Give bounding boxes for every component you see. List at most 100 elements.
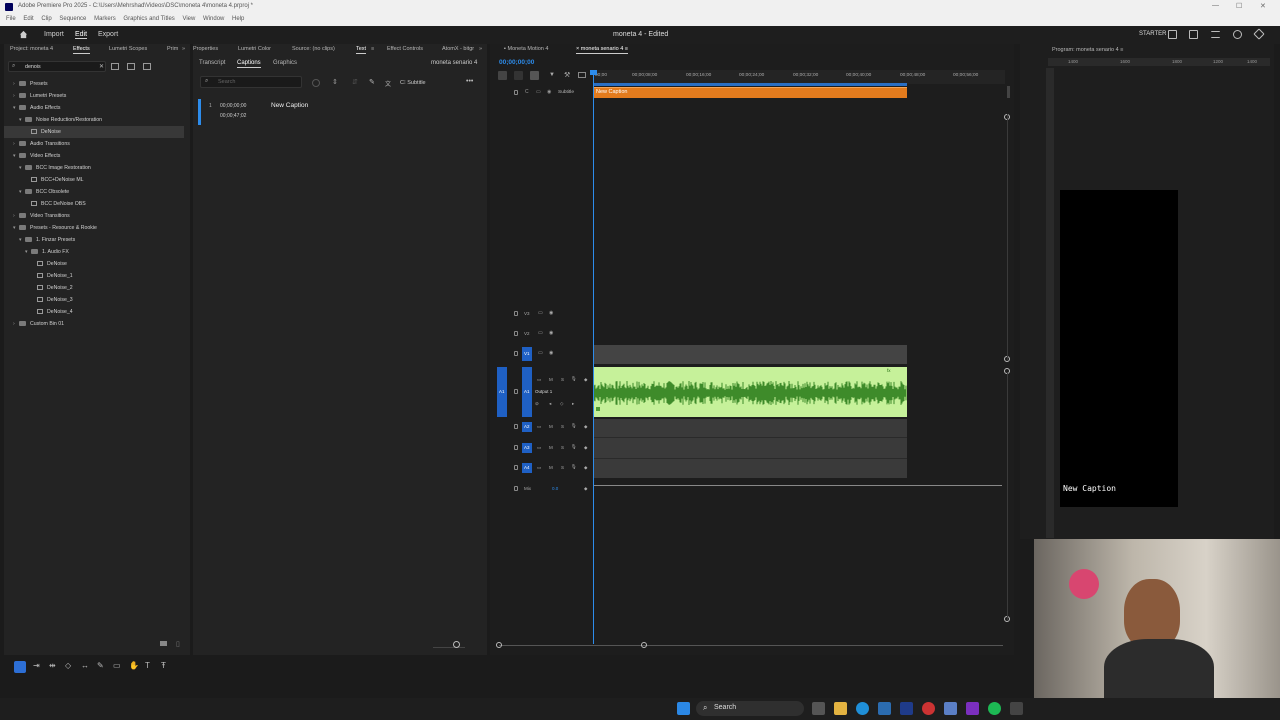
type-tool-icon[interactable]: T: [145, 661, 150, 670]
maximize-icon[interactable]: ☐: [1236, 2, 1242, 10]
v1-track-region[interactable]: [594, 345, 907, 364]
playhead-timecode[interactable]: 00;00;00;00: [499, 59, 534, 66]
captions-icon[interactable]: [578, 72, 586, 78]
more-tabs-icon[interactable]: »: [182, 46, 185, 52]
lock-icon[interactable]: [514, 311, 518, 316]
effects-folder[interactable]: ▾ 1. Audio FX: [4, 246, 184, 258]
nav-edit[interactable]: Edit: [75, 31, 88, 39]
caption-out-time[interactable]: 00;00;47;02: [220, 113, 246, 119]
nest-icon[interactable]: [498, 71, 507, 80]
lock-icon[interactable]: [514, 331, 518, 336]
sync-lock-icon[interactable]: ▭: [537, 465, 541, 471]
pen-tool-icon[interactable]: ✎: [97, 661, 104, 670]
razor-tool-icon[interactable]: ◇: [65, 661, 71, 670]
rectangle-tool-icon[interactable]: ▭: [113, 661, 121, 670]
zoom-slider-handle[interactable]: [453, 641, 460, 648]
program-video-frame[interactable]: New Caption: [1060, 190, 1178, 507]
tab-moneta-senario[interactable]: × moneta senario 4 ≡: [576, 46, 628, 54]
sync-lock-icon[interactable]: ▭: [537, 377, 541, 383]
effect-item[interactable]: DeNoise_3: [4, 294, 184, 306]
add-keyframe-icon[interactable]: ◇: [560, 401, 563, 407]
eye-icon[interactable]: ◉: [549, 330, 553, 336]
lock-icon[interactable]: [514, 389, 518, 394]
sync-icon[interactable]: ▭: [536, 89, 541, 95]
menu-edit[interactable]: Edit: [23, 16, 33, 22]
menu-window[interactable]: Window: [203, 16, 224, 22]
mute-button[interactable]: M: [549, 377, 553, 382]
app-icon[interactable]: [944, 702, 957, 715]
effects-folder[interactable]: ▾ Noise Reduction/Restoration: [4, 114, 184, 126]
task-view-icon[interactable]: [812, 702, 825, 715]
keyframe-toggle-icon[interactable]: ⊘: [535, 401, 539, 407]
rider-icon[interactable]: [966, 702, 979, 715]
effects-search-input[interactable]: ⌕ denois ✕: [8, 61, 106, 72]
more-options-icon[interactable]: •••: [466, 78, 473, 85]
caption-scrollbar[interactable]: [1007, 86, 1010, 98]
spotify-icon[interactable]: [988, 702, 1001, 715]
search-icon[interactable]: [1233, 30, 1242, 39]
caption-text[interactable]: New Caption: [271, 102, 308, 109]
program-monitor-tab[interactable]: Program: moneta senario 4 ≡: [1052, 47, 1123, 53]
subtab-transcript[interactable]: Transcript: [199, 60, 225, 66]
effects-folder[interactable]: › Video Transitions: [4, 210, 184, 222]
effects-folder[interactable]: ▾ BCC Image Restoration: [4, 162, 184, 174]
subtab-captions[interactable]: Captions: [237, 60, 261, 68]
effect-item[interactable]: DeNoise: [4, 258, 184, 270]
prev-icon[interactable]: [312, 79, 320, 87]
playhead-handle[interactable]: [590, 70, 597, 75]
mic-icon[interactable]: 🎙: [571, 423, 577, 429]
clear-search-icon[interactable]: ✕: [99, 63, 104, 70]
lock-icon[interactable]: [514, 486, 518, 491]
ripple-edit-tool-icon[interactable]: ⇹: [49, 661, 56, 670]
selection-tool-icon[interactable]: [14, 661, 26, 673]
sync-lock-icon[interactable]: ▭: [538, 310, 543, 316]
solo-button[interactable]: S: [561, 424, 564, 429]
effects-folder[interactable]: ▾ Audio Effects: [4, 102, 184, 114]
timeline-hscroll-track[interactable]: [499, 645, 1003, 646]
start-icon[interactable]: [677, 702, 690, 715]
tab-lumetri-scopes[interactable]: Lumetri Scopes: [109, 46, 147, 52]
mute-button[interactable]: M: [549, 445, 553, 450]
menu-graphics[interactable]: Graphics and Titles: [123, 16, 174, 22]
track-label-a1[interactable]: A1: [524, 389, 530, 394]
tab-properties[interactable]: Properties: [193, 46, 218, 52]
hand-tool-icon[interactable]: ✋: [129, 661, 139, 670]
app-icon[interactable]: [1010, 702, 1023, 715]
track-label-v3[interactable]: V3: [524, 311, 530, 316]
menu-markers[interactable]: Markers: [94, 16, 116, 22]
tab-menu-icon[interactable]: ≡: [371, 46, 374, 52]
mix-volume-value[interactable]: 0.0: [552, 486, 558, 491]
chrome-icon[interactable]: [922, 702, 935, 715]
tab-project[interactable]: Project: moneta 4: [10, 46, 53, 52]
next-keyframe-icon[interactable]: ▸: [572, 401, 574, 407]
effects-folder[interactable]: ▾ BCC Obsolete: [4, 186, 184, 198]
edit-pen-icon[interactable]: ✎: [369, 78, 375, 86]
caption-track-select[interactable]: C⁝ Subtitle: [400, 80, 426, 86]
caption-clip[interactable]: New Caption: [594, 87, 907, 98]
add-marker-icon[interactable]: ▼: [549, 72, 555, 78]
solo-button[interactable]: S: [561, 445, 564, 450]
menu-icon[interactable]: [1211, 31, 1220, 38]
mic-icon[interactable]: 🎙: [571, 464, 577, 470]
track-menu-icon[interactable]: ◆: [584, 377, 587, 383]
source-patch-a1[interactable]: A1: [497, 367, 507, 417]
lock-icon[interactable]: [514, 445, 518, 450]
app-l-icon[interactable]: [900, 702, 913, 715]
effects-folder[interactable]: ▾ Presets - Resource & Rookie: [4, 222, 184, 234]
caption-type-tool-icon[interactable]: Ŧ: [161, 661, 166, 670]
tab-text[interactable]: Text: [356, 46, 367, 54]
panel-layout-icon[interactable]: [1168, 30, 1177, 39]
minimize-icon[interactable]: —: [1212, 2, 1219, 9]
sync-lock-icon[interactable]: ▭: [537, 424, 541, 430]
lock-icon[interactable]: [514, 424, 518, 429]
video-vscroll[interactable]: [1007, 114, 1008, 360]
snap-icon[interactable]: [514, 71, 523, 80]
workspace-badge[interactable]: STARTER: [1139, 31, 1166, 37]
32bit-effects-icon[interactable]: [127, 63, 135, 70]
file-explorer-icon[interactable]: [834, 702, 847, 715]
effects-folder[interactable]: ▾ Video Effects: [4, 150, 184, 162]
home-icon[interactable]: [19, 30, 28, 39]
lock-icon[interactable]: [514, 90, 518, 95]
new-bin-icon[interactable]: [160, 641, 167, 646]
tab-source[interactable]: Source: (no clips): [292, 46, 335, 52]
